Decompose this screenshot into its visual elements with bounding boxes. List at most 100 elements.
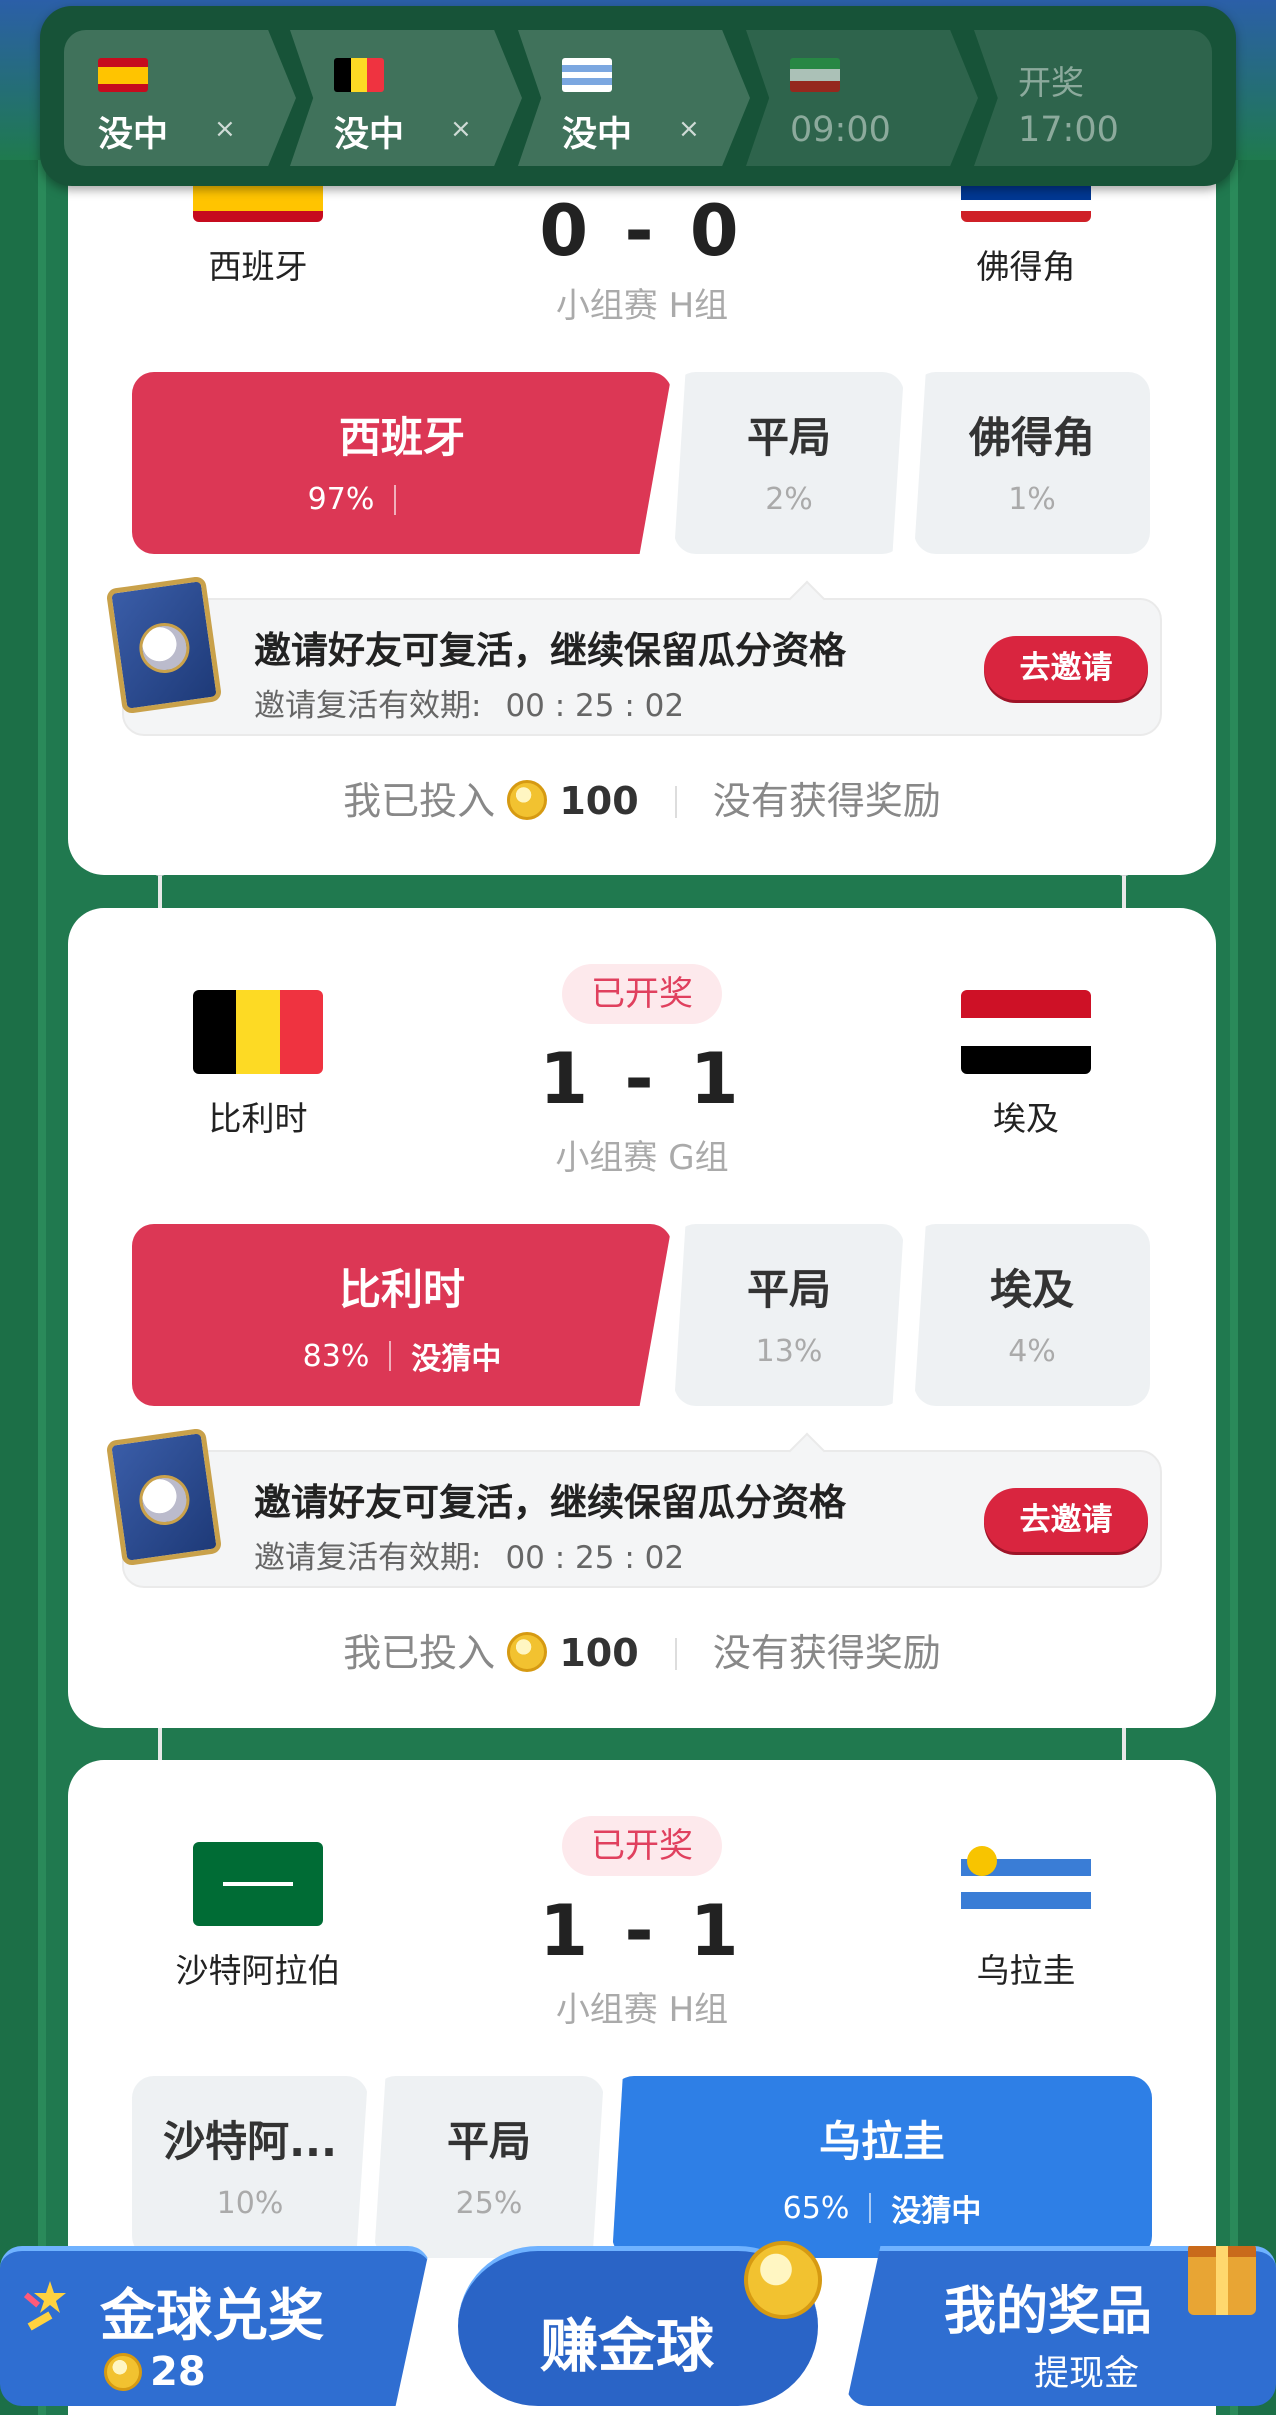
- option-status: 没猜中: [411, 1342, 502, 1377]
- invite-button[interactable]: 去邀请: [984, 636, 1148, 700]
- divider: [674, 1638, 677, 1670]
- match-group: 小组赛 H组: [555, 1990, 729, 2030]
- match-score: 0 - 0: [539, 190, 745, 272]
- progress-item-iran[interactable]: 09:00: [746, 30, 978, 166]
- earn-gold-ball-button[interactable]: 赚金球: [458, 2241, 822, 2406]
- banner-notch: [788, 1432, 826, 1470]
- option-draw[interactable]: 平局 2%: [674, 372, 904, 554]
- close-icon[interactable]: ×: [450, 114, 472, 144]
- match-card: 已开奖 比利时 埃及 1 - 1 小组赛 G组 比利时 83% 没猜中 平局 13…: [68, 908, 1216, 1728]
- gold-ball-count: 28: [104, 2349, 206, 2395]
- option-percent: 65%: [782, 2190, 850, 2226]
- gold-coin-icon: [507, 780, 548, 820]
- close-icon[interactable]: ×: [678, 114, 700, 144]
- option-percent: 83%: [302, 1338, 370, 1374]
- revive-card-icon: [105, 575, 223, 715]
- countdown-timer: 00 : 25 : 02: [505, 688, 685, 724]
- close-icon[interactable]: ×: [214, 114, 236, 144]
- soccer-ball-icon: [136, 619, 193, 677]
- bottom-navigation: 金球兑奖 28 赚金球 我的奖品 提现金: [0, 2240, 1276, 2415]
- option-away[interactable]: 乌拉圭 65% 没猜中: [612, 2076, 1152, 2258]
- invite-button[interactable]: 去邀请: [984, 1488, 1148, 1552]
- option-percent: 4%: [1008, 1334, 1056, 1369]
- gold-coin-icon: [507, 1632, 548, 1672]
- option-percent: 10%: [216, 2186, 284, 2221]
- sun-mark: [967, 1846, 997, 1876]
- nav-label: 金球兑奖: [100, 2284, 324, 2349]
- option-home[interactable]: 沙特阿... 10%: [132, 2076, 368, 2258]
- option-label: 比利时: [338, 1265, 465, 1314]
- option-percent-row: 65% 没猜中: [612, 2186, 1152, 2230]
- option-home[interactable]: 西班牙 97%: [132, 372, 672, 554]
- invite-validity: 邀请复活有效期: 00 : 25 : 02: [254, 1532, 684, 1577]
- option-label: 沙特阿...: [163, 2117, 337, 2166]
- drawn-badge: 已开奖: [562, 1816, 722, 1876]
- stake-result: 没有获得奖励: [712, 779, 941, 823]
- progress-item-spain[interactable]: 没中 ×: [64, 30, 296, 166]
- progress-item-draw-time[interactable]: 开奖 17:00: [974, 30, 1212, 166]
- match-score: 1 - 1: [539, 1890, 745, 1972]
- uruguay-flag-icon: [562, 58, 612, 92]
- invite-title: 邀请好友可复活，继续保留瓜分资格: [254, 629, 846, 672]
- match-group: 小组赛 H组: [555, 286, 729, 326]
- option-percent: 25%: [455, 2186, 523, 2221]
- option-label: 乌拉圭: [818, 2117, 945, 2166]
- revive-invite-banner: 邀请好友可复活，继续保留瓜分资格 邀请复活有效期: 00 : 25 : 02 去邀…: [105, 1427, 1162, 1588]
- progress-item-belgium[interactable]: 没中 ×: [290, 30, 522, 166]
- party-icon: [23, 2281, 66, 2331]
- gold-ball-redeem-button[interactable]: 金球兑奖 28: [0, 2246, 430, 2406]
- progress-item-time: 17:00: [1018, 110, 1119, 150]
- countdown-timer: 00 : 25 : 02: [505, 1540, 685, 1576]
- progress-item-uruguay[interactable]: 没中 ×: [518, 30, 750, 166]
- match-card: 西班牙 佛得角 0 - 0 小组赛 H组 西班牙 97% 平局 2% 佛得角 1…: [68, 140, 1216, 875]
- divider: [869, 2193, 872, 2223]
- nav-sublabel: 提现金: [1034, 2354, 1140, 2394]
- stake-summary: 我已投入 100 没有获得奖励: [68, 1622, 1216, 1677]
- stake-amount: 100: [559, 1631, 639, 1675]
- option-label: 平局: [746, 413, 831, 462]
- option-label: 埃及: [989, 1265, 1074, 1314]
- my-prizes-button[interactable]: 我的奖品 提现金: [846, 2246, 1276, 2406]
- banner-notch: [788, 580, 826, 618]
- invite-title: 邀请好友可复活，继续保留瓜分资格: [254, 1481, 846, 1524]
- spain-flag-icon: [98, 58, 148, 92]
- progress-item-label: 没中: [334, 115, 405, 155]
- option-away[interactable]: 佛得角 1%: [914, 372, 1150, 554]
- iran-flag-icon: [790, 58, 840, 92]
- gold-ball-count-value: 28: [150, 2349, 206, 2395]
- gold-ball-icon: [744, 2241, 822, 2319]
- option-draw[interactable]: 平局 13%: [674, 1224, 904, 1406]
- stake-summary: 我已投入 100 没有获得奖励: [68, 770, 1216, 825]
- option-percent-row: 97%: [132, 482, 672, 517]
- option-percent: 2%: [765, 482, 813, 517]
- option-percent: 97%: [307, 482, 375, 517]
- option-label: 平局: [746, 1265, 831, 1314]
- progress-item-label: 没中: [98, 115, 169, 155]
- option-label: 平局: [446, 2117, 531, 2166]
- option-home[interactable]: 比利时 83% 没猜中: [132, 1224, 672, 1406]
- invite-validity: 邀请复活有效期: 00 : 25 : 02: [254, 680, 684, 725]
- divider: [389, 1341, 392, 1371]
- match-progress-bar: 没中 × 没中 × 没中 × 09:00 开奖 17:00: [40, 6, 1236, 186]
- option-away[interactable]: 埃及 4%: [914, 1224, 1150, 1406]
- belgium-flag-icon: [334, 58, 384, 92]
- nav-label: 赚金球: [540, 2312, 715, 2380]
- option-percent: 13%: [755, 1334, 823, 1369]
- invite-validity-label: 邀请复活有效期:: [254, 688, 482, 724]
- gift-icon: [1188, 2246, 1256, 2315]
- drawn-badge: 已开奖: [562, 964, 722, 1024]
- option-label: 佛得角: [968, 413, 1095, 462]
- stake-result: 没有获得奖励: [712, 1631, 941, 1675]
- revive-invite-banner: 邀请好友可复活，继续保留瓜分资格 邀请复活有效期: 00 : 25 : 02 去邀…: [105, 575, 1162, 736]
- option-draw[interactable]: 平局 25%: [374, 2076, 604, 2258]
- soccer-ball-icon: [136, 1471, 193, 1529]
- option-percent: 1%: [1008, 482, 1056, 517]
- nav-label: 我的奖品: [944, 2282, 1153, 2342]
- divider: [394, 484, 397, 515]
- match-score: 1 - 1: [539, 1038, 745, 1120]
- option-percent-row: 83% 没猜中: [132, 1334, 672, 1378]
- progress-item-title: 开奖: [1018, 63, 1084, 102]
- stake-label: 我已投入: [343, 1631, 496, 1675]
- option-status: 没猜中: [891, 2194, 982, 2229]
- stake-amount: 100: [559, 779, 639, 823]
